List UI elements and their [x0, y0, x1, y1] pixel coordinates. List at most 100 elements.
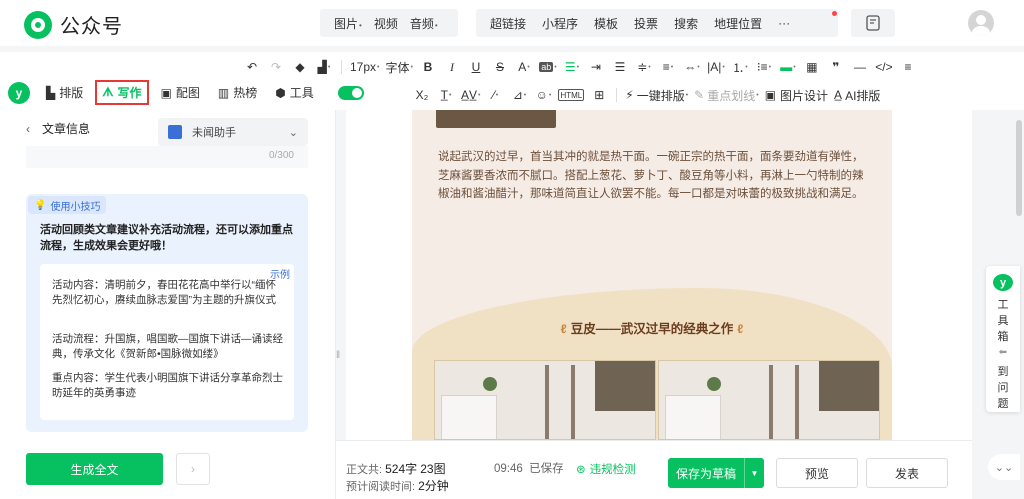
divider: [616, 88, 618, 102]
justify-icon[interactable]: ☰: [611, 56, 629, 78]
sidebar-title: 文章信息: [42, 122, 91, 136]
page-scrollbar[interactable]: [1016, 120, 1022, 216]
toolbox-panel[interactable]: y 工具箱 ⬅ 到问题: [986, 266, 1020, 412]
violation-check-button[interactable]: ⊛ 违规检测: [576, 461, 636, 477]
quote-icon[interactable]: ❞: [827, 56, 845, 78]
insert-image-menu[interactable]: 图片•: [334, 15, 362, 32]
generate-full-text-button[interactable]: 生成全文: [26, 453, 163, 485]
editor-canvas[interactable]: 说起武汉的过早，首当其冲的就是热干面。一碗正宗的热干面，面条要劲道有弹性，芝麻酱…: [346, 110, 972, 440]
decorative-swoosh-icon: ℓ: [737, 322, 744, 336]
border-color-icon[interactable]: ▬ •: [779, 56, 797, 78]
article-paragraph[interactable]: 说起武汉的过早，首当其冲的就是热干面。一碗正宗的热干面，面条要劲道有弹性，芝麻酱…: [438, 148, 868, 204]
tab-tool[interactable]: ⬢ 工具: [275, 84, 314, 101]
indent-icon[interactable]: ⇥: [587, 56, 605, 78]
character-spacing-icon[interactable]: A̲V̲ •: [461, 84, 480, 106]
ai-layout-button[interactable]: A̲ AI排版: [834, 84, 880, 106]
insert-mini-program-button[interactable]: 小程序: [542, 15, 578, 32]
document-preview-button[interactable]: [851, 9, 895, 37]
superscript-icon[interactable]: T̲ •: [437, 84, 455, 106]
back-chevron-icon[interactable]: ‹: [26, 122, 30, 136]
toolbox-icon[interactable]: ⊞: [590, 84, 608, 106]
redo-icon[interactable]: ↷: [267, 56, 285, 78]
emoji-icon[interactable]: ☺ •: [534, 84, 552, 106]
sidebar-header: ‹ 文章信息: [26, 120, 90, 137]
paragraph-spacing-icon[interactable]: ≡ •: [659, 56, 677, 78]
article-body[interactable]: 说起武汉的过早，首当其冲的就是热干面。一碗正宗的热干面，面条要劲道有弹性，芝麻酱…: [412, 110, 892, 440]
italic-icon[interactable]: I: [443, 56, 461, 78]
insert-search-button[interactable]: 搜索: [674, 15, 698, 32]
article-photo-right[interactable]: [658, 360, 880, 440]
assistant-toggle[interactable]: [337, 85, 364, 100]
assistant-avatar-icon: [168, 125, 182, 139]
table-icon[interactable]: ▦: [803, 56, 821, 78]
more-format-icon[interactable]: ≡: [899, 56, 917, 78]
word-count-stat: 正文共: 524字 23图: [346, 462, 446, 476]
preview-button[interactable]: 预览: [776, 458, 858, 488]
tool-icon: ⬢: [275, 85, 286, 100]
insert-vote-button[interactable]: 投票: [634, 15, 658, 32]
image-design-button[interactable]: ▣ 图片设计: [765, 84, 828, 106]
numbered-list-icon[interactable]: ⒈ •: [731, 56, 749, 78]
save-draft-button[interactable]: 保存为草稿 ▼: [668, 458, 764, 488]
tab-layout[interactable]: ▙ 排版: [46, 84, 83, 101]
article-subheading[interactable]: ℓ 豆皮——武汉过早的经典之作 ℓ: [412, 318, 892, 337]
insert-location-button[interactable]: 地理位置: [714, 15, 762, 32]
hot-list-icon: ▥: [217, 85, 230, 100]
usage-tip-card: 💡 使用小技巧 活动回顾类文章建议补充活动流程，还可以添加重点流程，生成效果会更好…: [26, 194, 308, 432]
user-avatar[interactable]: [968, 10, 994, 36]
tab-image[interactable]: ▣ 配图: [161, 84, 200, 101]
clear-format-icon[interactable]: ▟ •: [315, 56, 333, 78]
divider-line-icon[interactable]: —: [851, 56, 869, 78]
insert-video-button[interactable]: 视频: [374, 15, 398, 32]
tab-writing[interactable]: ᗑ 写作: [95, 80, 149, 105]
assistant-logo-icon: y: [993, 274, 1013, 291]
letter-spacing-icon[interactable]: ⇔ •: [683, 56, 701, 78]
background-color-icon[interactable]: ab •: [539, 56, 557, 78]
undo-icon[interactable]: ↶: [243, 56, 261, 78]
tip-example-box: 示例 活动内容：清明前夕，春田花花高中举行以“缅怀先烈忆初心，赓续血脉志爱国”为…: [40, 264, 294, 420]
format-toolbar-row1: ↶ ↷ ◆ ▟ • 17px • 字体 • B I U S A • ab • ☰ • ⇥ ☰…: [240, 56, 920, 78]
writing-sidebar: ‹ 文章信息 未闻助手 ⌄ 0/300 💡 使用小技巧 活动回顾类文章建议补充活动…: [0, 110, 336, 499]
chevron-down-icon: ⌄: [288, 126, 298, 139]
one-click-layout-button[interactable]: ⚡ 一键排版 •: [625, 84, 688, 106]
tab-hot-list[interactable]: ▥ 热榜: [218, 84, 257, 101]
chart-icon[interactable]: ⊿ •: [510, 84, 528, 106]
chevron-down-icon[interactable]: ▼: [744, 458, 764, 488]
panel-resize-handle[interactable]: ‖: [336, 350, 340, 361]
app-logo[interactable]: 公众号: [24, 10, 123, 39]
top-bar: 公众号 图片• 视频 音频• 超链接 小程序 模板 投票 搜索 地理位置 ···: [0, 0, 1024, 46]
tip-example-content: 活动内容：清明前夕，春田花花高中举行以“缅怀先烈忆初心，赓续血脉志爱国”为主题的…: [52, 279, 276, 306]
bold-icon[interactable]: B: [419, 56, 437, 78]
lightbulb-icon: 💡: [34, 199, 47, 211]
line-spacing-icon[interactable]: ≑ •: [635, 56, 653, 78]
text-spacing-icon[interactable]: |A| •: [707, 56, 725, 78]
collapse-down-button[interactable]: ⌄⌄: [988, 454, 1020, 480]
underline-icon[interactable]: U: [467, 56, 485, 78]
html-icon[interactable]: HTML: [558, 89, 585, 101]
publish-button[interactable]: 发表: [866, 458, 948, 488]
format-toolbar-row2: X₂ T̲ • A̲V̲ • ⁄ • ⊿ • ☺ • HTML ⊞ ⚡ 一键排版 • ✎ 重点划…: [410, 84, 883, 106]
insert-template-button[interactable]: 模板: [594, 15, 618, 32]
strikethrough-icon[interactable]: S: [491, 56, 509, 78]
assistant-tab-bar: y ▙ 排版 ᗑ 写作 ▣ 配图 ▥ 热榜 ⬢ 工具: [8, 80, 364, 105]
next-button[interactable]: ›: [176, 453, 210, 485]
font-color-icon[interactable]: A •: [515, 56, 533, 78]
font-size-select[interactable]: 17px •: [350, 56, 379, 78]
assistant-select[interactable]: 未闻助手 ⌄: [158, 118, 308, 146]
article-photo-left[interactable]: [434, 360, 656, 440]
code-icon[interactable]: </>: [875, 56, 893, 78]
insert-hyperlink-button[interactable]: 超链接: [490, 15, 526, 32]
key-highlight-button[interactable]: ✎ 重点划线 •: [694, 84, 759, 106]
format-painter-icon[interactable]: ◆: [291, 56, 309, 78]
article-image-top[interactable]: [436, 110, 556, 128]
assistant-logo-icon[interactable]: y: [8, 81, 30, 104]
more-insert-button[interactable]: ···: [778, 16, 790, 30]
shield-check-icon: ⊛: [576, 464, 586, 476]
align-icon[interactable]: ☰ •: [563, 56, 581, 78]
magic-wand-icon[interactable]: ⁄ •: [486, 84, 504, 106]
media-insert-group: 图片• 视频 音频•: [320, 9, 458, 37]
bullet-list-icon[interactable]: ⁝≡ •: [755, 56, 773, 78]
subscript-icon[interactable]: X₂: [413, 84, 431, 106]
insert-audio-menu[interactable]: 音频•: [410, 15, 438, 32]
font-family-select[interactable]: 字体 •: [385, 56, 412, 78]
